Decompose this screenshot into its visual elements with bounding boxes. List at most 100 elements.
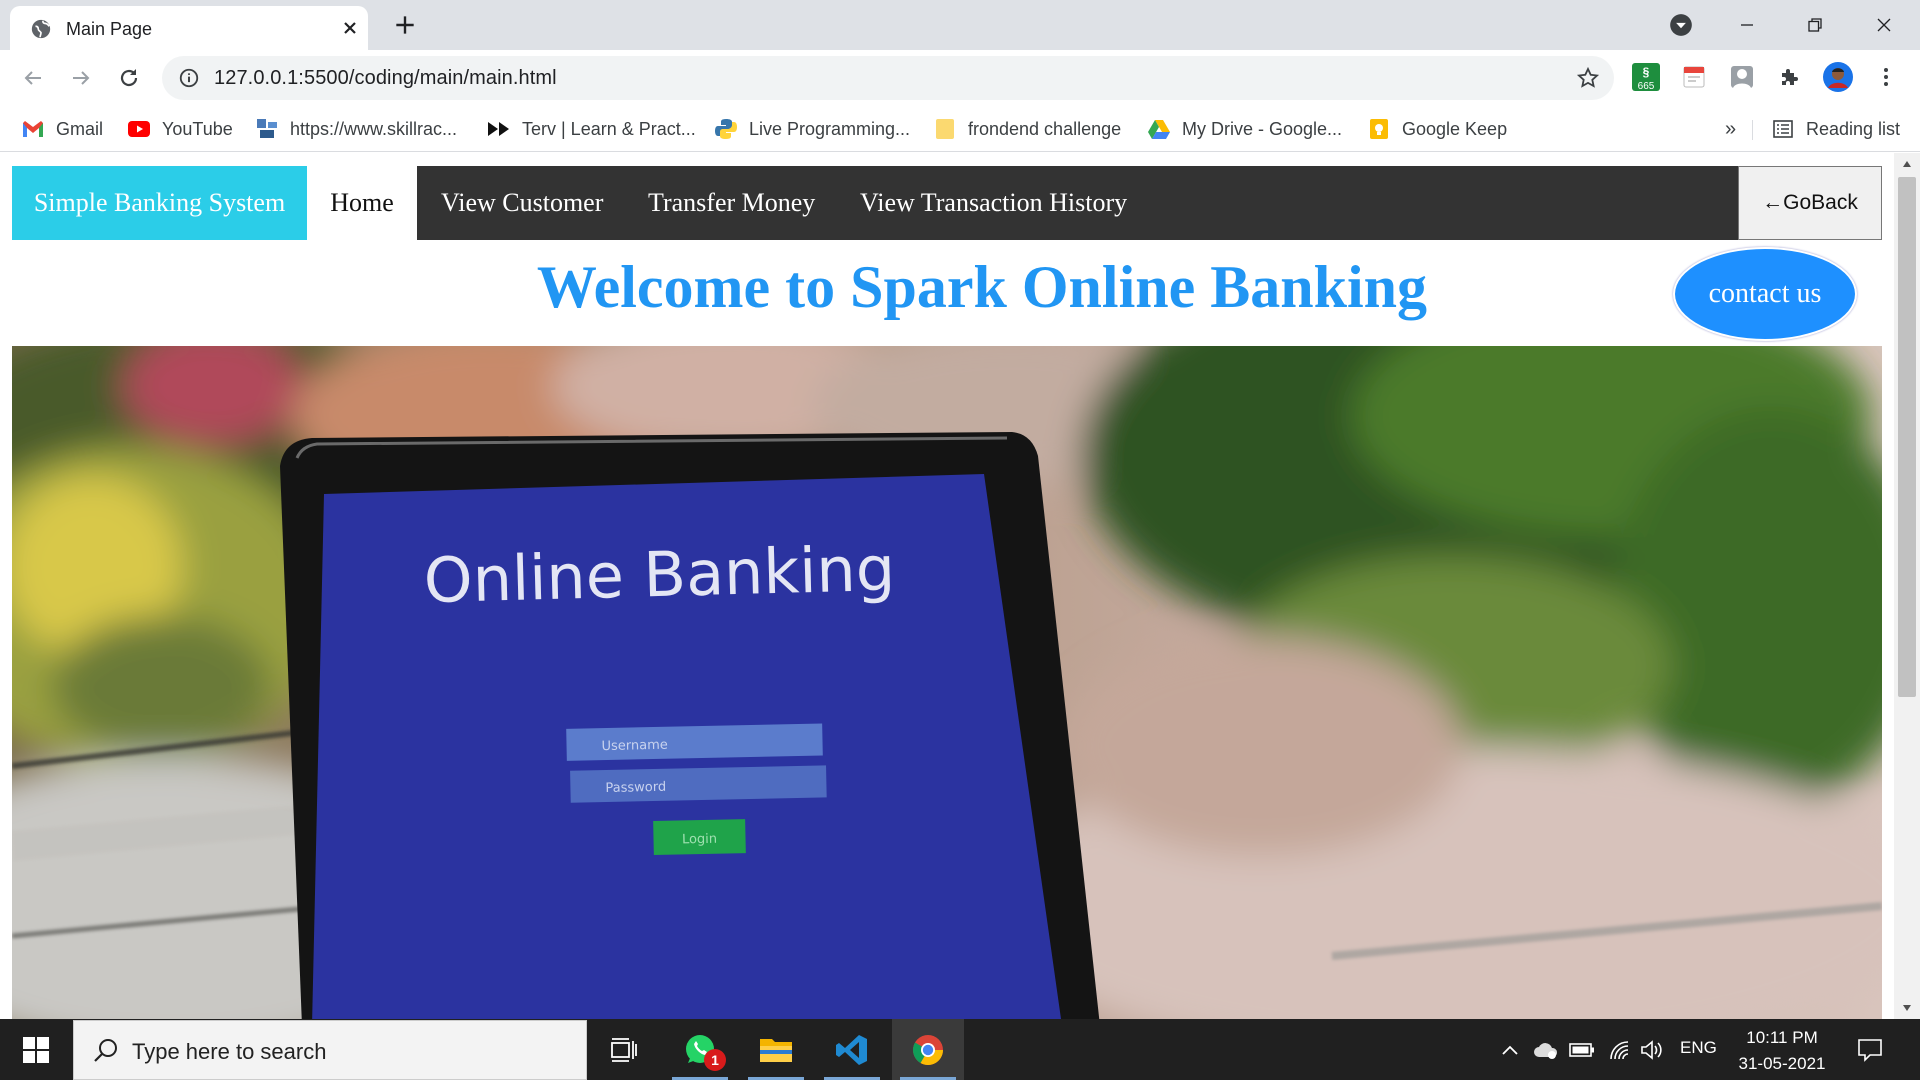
nav-view-customer-link[interactable]: View Customer bbox=[441, 166, 603, 240]
overflow-chevron-icon: » bbox=[1725, 117, 1737, 140]
wifi-icon bbox=[1610, 1041, 1629, 1060]
goback-label: GoBack bbox=[1783, 191, 1858, 214]
close-window-button[interactable] bbox=[1862, 8, 1906, 42]
bookmarks-divider bbox=[1752, 120, 1753, 140]
extension-calendar[interactable] bbox=[1678, 61, 1710, 93]
url-text: 127.0.0.1:5500/coding/main/main.html bbox=[214, 67, 557, 89]
nav-transfer-money-link[interactable]: Transfer Money bbox=[648, 166, 815, 240]
reading-list-label: Reading list bbox=[1806, 118, 1901, 139]
tab-search-icon[interactable] bbox=[1668, 12, 1694, 38]
reload-button[interactable] bbox=[114, 63, 144, 93]
clock-date: 31-05-2021 bbox=[1738, 1054, 1826, 1073]
windows-taskbar: Type here to search 1 ENG 10:11 PM 31-05… bbox=[0, 1019, 1920, 1080]
clock[interactable]: 10:11 PM 31-05-2021 bbox=[1735, 1025, 1829, 1077]
reading-list-button[interactable]: Reading list bbox=[1772, 114, 1900, 144]
bookmark-label: https://www.skillrac... bbox=[290, 118, 458, 139]
bookmarks-overflow-button[interactable]: » bbox=[1725, 114, 1736, 144]
browser-toolbar: 127.0.0.1:5500/coding/main/main.html § 6… bbox=[0, 50, 1920, 106]
battery-tray-button[interactable] bbox=[1568, 1036, 1596, 1064]
page-scrollbar[interactable] bbox=[1894, 153, 1920, 1019]
bookmark-youtube[interactable]: YouTube bbox=[128, 114, 233, 144]
task-view-button[interactable] bbox=[588, 1019, 660, 1080]
counter-extension-icon: § 665 bbox=[1632, 63, 1660, 92]
extension-counter[interactable]: § 665 bbox=[1630, 61, 1662, 93]
vscode-button[interactable] bbox=[816, 1019, 888, 1080]
forward-arrow-icon bbox=[73, 71, 90, 85]
close-tab-icon[interactable] bbox=[338, 16, 362, 40]
network-tray-button[interactable] bbox=[1606, 1036, 1634, 1064]
brand-link[interactable]: Simple Banking System bbox=[12, 166, 307, 240]
new-tab-icon[interactable] bbox=[392, 12, 418, 38]
bookmark-star-icon[interactable] bbox=[1576, 66, 1600, 90]
site-navbar: Simple Banking System Home View Customer… bbox=[12, 166, 1882, 240]
start-button[interactable] bbox=[0, 1019, 72, 1080]
extension-badge-count: 665 bbox=[1638, 81, 1655, 92]
back-arrow-icon bbox=[24, 71, 41, 85]
speaker-icon bbox=[1641, 1040, 1662, 1060]
clock-time: 10:11 PM bbox=[1746, 1028, 1818, 1047]
forward-button[interactable] bbox=[66, 63, 96, 93]
restore-icon bbox=[1808, 18, 1822, 32]
welcome-heading: Welcome to Spark Online Banking bbox=[536, 254, 1428, 320]
profile-avatar-icon bbox=[1823, 62, 1853, 92]
whatsapp-taskbar-button[interactable]: 1 bbox=[664, 1019, 736, 1080]
goback-button[interactable]: ← GoBack bbox=[1738, 166, 1882, 240]
svg-text:§: § bbox=[1643, 65, 1650, 79]
taskbar-search-placeholder: Type here to search bbox=[132, 1039, 327, 1064]
address-bar[interactable]: 127.0.0.1:5500/coding/main/main.html bbox=[162, 56, 1614, 100]
bookmark-python[interactable]: Live Programming... bbox=[715, 114, 910, 144]
contact-us-button[interactable]: contact us bbox=[1673, 247, 1857, 341]
chrome-taskbar-button[interactable] bbox=[892, 1019, 964, 1080]
screen-heading-text: Online Banking bbox=[423, 532, 896, 617]
laptop-banking-illustration: Online Banking Username Password Login bbox=[12, 346, 1882, 1019]
folder-explorer-icon bbox=[760, 1038, 792, 1062]
bookmark-terv[interactable]: Terv | Learn & Pract... bbox=[488, 114, 696, 144]
onedrive-tray-button[interactable] bbox=[1532, 1036, 1560, 1064]
scroll-down-arrow-icon[interactable] bbox=[1901, 1003, 1913, 1013]
taskbar-search-box[interactable]: Type here to search bbox=[73, 1020, 587, 1080]
bookmark-label: Gmail bbox=[56, 118, 104, 139]
reading-list-icon bbox=[1772, 118, 1794, 140]
chrome-menu-button[interactable] bbox=[1870, 61, 1902, 93]
restore-button[interactable] bbox=[1793, 8, 1837, 42]
windows-logo-icon bbox=[23, 1036, 49, 1063]
photo-extension-icon bbox=[1731, 66, 1753, 88]
notification-center-button[interactable] bbox=[1856, 1036, 1884, 1064]
scroll-up-arrow-icon[interactable] bbox=[1901, 159, 1913, 169]
site-info-icon[interactable] bbox=[178, 67, 200, 89]
whatsapp-notification-badge: 1 bbox=[704, 1049, 726, 1071]
globe-icon bbox=[31, 19, 51, 39]
volume-tray-button[interactable] bbox=[1638, 1036, 1666, 1064]
language-indicator[interactable]: ENG bbox=[1680, 1038, 1717, 1058]
back-button[interactable] bbox=[18, 63, 48, 93]
bookmark-label: Google Keep bbox=[1402, 118, 1508, 139]
bookmark-gmail[interactable]: Gmail bbox=[22, 114, 103, 144]
scroll-thumb[interactable] bbox=[1898, 177, 1916, 697]
extensions-button[interactable] bbox=[1774, 61, 1806, 93]
folder-icon bbox=[934, 118, 956, 140]
show-hidden-icons-button[interactable] bbox=[1496, 1036, 1524, 1064]
nav-home-link[interactable]: Home bbox=[307, 166, 417, 240]
bookmark-frondend[interactable]: frondend challenge bbox=[934, 114, 1121, 144]
username-placeholder-text: Username bbox=[601, 738, 668, 754]
extension-photo[interactable] bbox=[1726, 61, 1758, 93]
bookmarks-bar: Gmail YouTube https://www.skillrac... Te… bbox=[0, 106, 1920, 152]
active-tab[interactable]: Main Page bbox=[10, 6, 368, 50]
minimize-button[interactable] bbox=[1725, 8, 1769, 42]
bookmark-label: Terv | Learn & Pract... bbox=[522, 118, 696, 139]
file-explorer-button[interactable] bbox=[740, 1019, 812, 1080]
calendar-extension-icon bbox=[1683, 66, 1705, 88]
nav-transaction-history-link[interactable]: View Transaction History bbox=[860, 166, 1127, 240]
bookmark-drive[interactable]: My Drive - Google... bbox=[1148, 114, 1342, 144]
bookmark-label: frondend challenge bbox=[968, 118, 1122, 139]
password-placeholder-text: Password bbox=[605, 780, 666, 796]
vscode-icon bbox=[836, 1034, 867, 1065]
google-keep-icon bbox=[1368, 118, 1390, 140]
login-text: Login bbox=[682, 832, 717, 848]
profile-button[interactable] bbox=[1822, 61, 1854, 93]
bookmark-skillrack[interactable]: https://www.skillrac... bbox=[256, 114, 457, 144]
battery-icon bbox=[1569, 1043, 1594, 1057]
bookmark-keep[interactable]: Google Keep bbox=[1368, 114, 1507, 144]
skillrack-icon bbox=[256, 118, 278, 140]
kebab-menu-icon bbox=[1884, 68, 1888, 86]
